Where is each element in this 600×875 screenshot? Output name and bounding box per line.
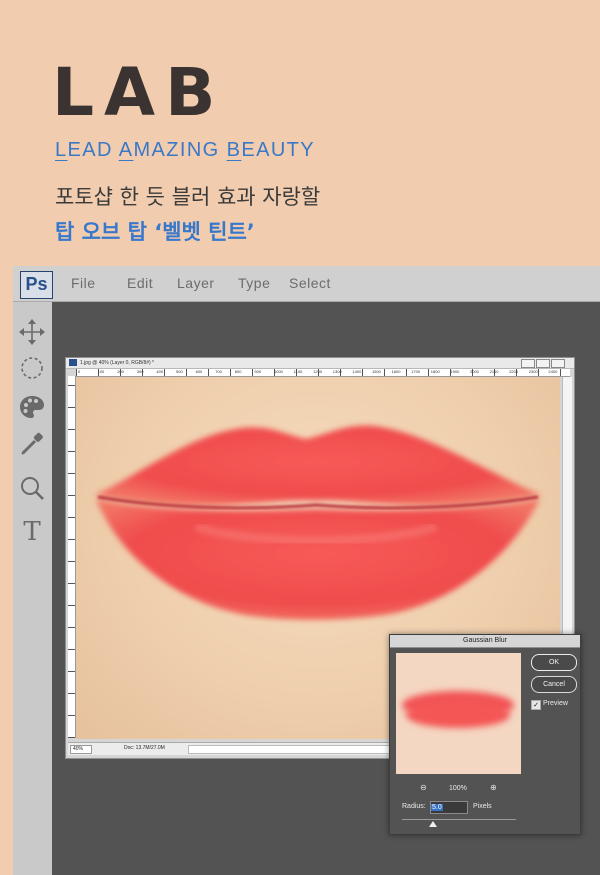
brand-logo: LAB: [52, 54, 226, 131]
dialog-title: Gaussian Blur: [390, 635, 580, 648]
preview-label: Preview: [543, 700, 568, 707]
ruler-tick-label: 1200: [313, 369, 323, 374]
ruler-tick-label: 1500: [372, 369, 381, 374]
preview-checkbox[interactable]: ✓: [531, 700, 541, 710]
ruler-tick-label: 300: [136, 369, 144, 374]
move-icon[interactable]: [18, 318, 46, 346]
brand-tagline: LEAD AMAZING BEAUTY: [55, 139, 315, 162]
gaussian-blur-dialog: Gaussian Blur OK Cancel ✓ Preview ⊖ 100%…: [389, 634, 581, 835]
ruler-tick-label: 2000: [470, 369, 479, 374]
tagline-word-amazing: MAZING: [133, 139, 227, 161]
ruler-tick-label: 0: [78, 369, 81, 374]
cancel-button[interactable]: Cancel: [531, 676, 577, 693]
ruler-tick-label: 600: [195, 369, 203, 374]
zoom-icon[interactable]: [18, 474, 46, 502]
ruler-tick-label: 1000: [274, 369, 283, 374]
document-title: 1.jpg @ 40% (Layer 0, RGB/8#) *: [80, 360, 154, 366]
minimize-button[interactable]: [521, 359, 535, 368]
tagline-word-lead: EAD: [67, 139, 119, 161]
palette-icon[interactable]: [18, 393, 46, 421]
radius-value: 5.0: [431, 804, 443, 811]
ruler-tick-label: 1100: [293, 369, 303, 374]
menu-select[interactable]: Select: [289, 275, 331, 291]
ruler-tick-label: 1400: [352, 369, 362, 374]
preview-lips: [396, 653, 521, 774]
photoshop-logo: Ps: [20, 271, 53, 299]
radius-slider-track[interactable]: [402, 819, 516, 820]
tagline-initial-l: L: [55, 139, 68, 161]
menu-edit[interactable]: Edit: [127, 275, 153, 291]
zoom-in-icon[interactable]: ⊕: [490, 783, 497, 792]
ruler-tick-label: 2100: [489, 369, 499, 374]
ruler-tick-label: 800: [234, 369, 242, 374]
close-button[interactable]: [551, 359, 565, 368]
menu-layer[interactable]: Layer: [177, 275, 215, 291]
eyedropper-icon[interactable]: [18, 430, 46, 458]
check-icon: ✓: [533, 701, 539, 709]
ruler-tick-label: 2200: [509, 369, 519, 374]
tagline-word-beauty: EAUTY: [241, 139, 316, 161]
ok-button[interactable]: OK: [531, 654, 577, 671]
radius-label: Radius:: [402, 803, 426, 810]
ruler-tick-label: 2300: [528, 369, 538, 374]
ruler-tick-label: 1600: [391, 369, 401, 374]
radius-slider-thumb[interactable]: [428, 821, 437, 827]
preview-zoom-percent: 100%: [449, 785, 467, 792]
ruler-tick-label: 700: [215, 369, 222, 374]
ruler-tick-label: 1700: [411, 369, 421, 374]
ruler-tick-label: 1300: [332, 369, 342, 374]
ruler-tick-label: 1800: [430, 369, 440, 374]
document-size: Doc: 13.7M/27.0M: [124, 745, 165, 751]
document-ps-icon: [69, 359, 77, 366]
tagline-initial-a: A: [118, 139, 134, 161]
lasso-icon[interactable]: [18, 354, 46, 382]
horizontal-ruler: 0 100 200 300 400 500 600 700 800 900 1000 1100 1200…: [76, 369, 570, 377]
svg-text:T: T: [23, 517, 41, 544]
tagline-initial-b: B: [226, 139, 242, 161]
ruler-tick-label: 400: [156, 369, 164, 374]
type-icon[interactable]: T: [18, 516, 46, 547]
headline: 포토샵 한 듯 블러 효과 자랑할: [55, 185, 321, 209]
document-tab[interactable]: 1.jpg @ 40% (Layer 0, RGB/8#) *: [66, 358, 574, 369]
ruler-tick-label: 200: [117, 369, 124, 374]
vertical-ruler: [68, 376, 76, 738]
zoom-out-icon[interactable]: ⊖: [420, 783, 427, 792]
subheadline: 탑 오브 탑 ‘벨벳 틴트’: [55, 220, 255, 244]
maximize-button[interactable]: [536, 359, 550, 368]
ruler-tick-label: 2400: [548, 369, 558, 374]
ruler-tick-label: 500: [176, 369, 183, 374]
zoom-field[interactable]: 40%: [70, 745, 92, 754]
photoshop-window: Ps File Edit Layer Type Select T 1.jpg @…: [13, 266, 600, 875]
menu-type[interactable]: Type: [238, 275, 270, 291]
radius-input[interactable]: 5.0: [430, 801, 468, 814]
menu-file[interactable]: File: [71, 275, 96, 291]
blur-preview[interactable]: [396, 653, 521, 774]
radius-unit: Pixels: [473, 803, 492, 810]
ruler-tick-label: 900: [254, 369, 262, 374]
ruler-tick-label: 1900: [450, 369, 460, 374]
ruler-tick-label: 100: [97, 369, 105, 374]
tools-panel: T: [13, 302, 52, 875]
menu-bar: Ps File Edit Layer Type Select: [13, 266, 600, 302]
